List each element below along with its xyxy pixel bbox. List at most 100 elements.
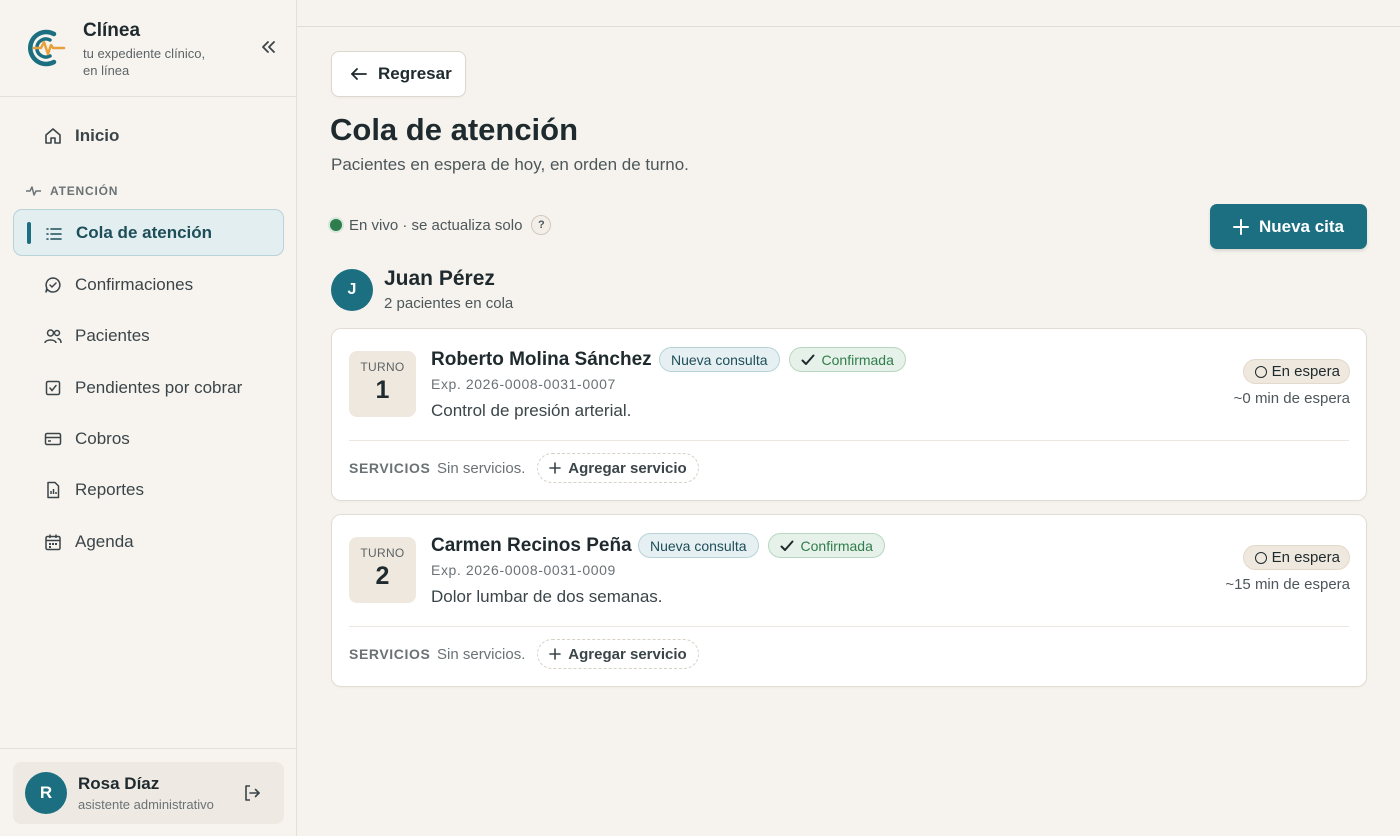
turn-number: 2 [375,562,390,590]
turn-label: TURNO [360,546,405,560]
turn-number: 1 [375,376,390,404]
sidebar-item-label: Reportes [75,479,144,499]
consult-type-badge: Nueva consulta [638,533,759,558]
credit-card-icon [44,432,62,446]
chat-check-icon [45,277,61,293]
page-title: Cola de atención [330,112,579,147]
back-button-label: Regresar [378,64,452,83]
record-number: Exp. 2026-0008-0031-0007 [431,376,616,392]
logout-icon[interactable] [241,782,263,804]
new-appointment-label: Nueva cita [1258,216,1345,236]
sidebar-item-label: Pacientes [75,325,150,345]
user-name: Rosa Díaz [78,774,160,793]
add-service-label: Agregar servicio [568,645,687,663]
calendar-icon [45,534,61,551]
user-section: R Rosa Díaz asistente administrativo [0,748,296,836]
brand-name: Clínea [83,20,141,41]
sidebar-item-label: Agenda [75,531,134,551]
clinea-logo-icon [28,29,66,67]
doctor-avatar: J [331,269,373,311]
sidebar-item-cola-de-atencion[interactable]: Cola de atención [13,209,284,256]
collapse-sidebar-button[interactable] [256,36,280,58]
add-service-button[interactable]: Agregar servicio [537,453,699,483]
live-indicator: En vivo · se actualiza solo ? [330,215,552,235]
queue-card: TURNO 2 Carmen Recinos Peña Nueva consul… [331,514,1367,687]
plus-icon [549,462,562,474]
brand-header: Clínea tu expediente clínico, en línea [0,0,296,97]
badges: Nueva consulta Confirmada [659,347,906,372]
user-role: asistente administrativo [78,797,214,812]
sidebar-item-cobros[interactable]: Cobros [13,415,284,462]
plus-icon [1232,218,1249,235]
plus-icon [549,648,562,660]
check-icon [801,354,815,365]
add-service-button[interactable]: Agregar servicio [537,639,699,669]
visit-reason: Control de presión arterial. [431,401,632,420]
check-icon [780,540,794,551]
status-label: En espera [1271,549,1340,566]
sidebar-item-inicio[interactable]: Inicio [13,112,284,159]
list-icon [46,228,62,240]
status-ring-icon [1254,551,1267,564]
add-service-label: Agregar servicio [568,459,687,477]
back-button[interactable]: Regresar [331,51,466,97]
home-icon [45,128,61,144]
services-label: SERVICIOS [349,460,431,476]
divider [349,626,1349,627]
active-indicator [27,222,31,244]
page-subtitle: Pacientes en espera de hoy, en orden de … [331,155,689,174]
section-label: ATENCIÓN [50,184,119,198]
sidebar-item-label: Pendientes por cobrar [75,377,243,397]
badges: Nueva consulta Confirmada [638,533,885,558]
confirmed-badge: Confirmada [767,533,885,558]
confirmed-label: Confirmada [800,537,873,554]
turn-label: TURNO [360,360,405,374]
arrow-left-icon [351,68,367,80]
status-badge: En espera [1242,359,1350,384]
sidebar-item-label: Cola de atención [76,222,213,242]
checkbox-icon [45,380,61,396]
sidebar-item-label: Cobros [75,428,130,448]
live-dot-icon [330,219,342,231]
sidebar-item-agenda[interactable]: Agenda [13,518,284,565]
chevrons-left-icon [262,41,275,53]
turn-box: TURNO 2 [349,537,416,603]
confirmed-label: Confirmada [821,351,894,368]
queue-card: TURNO 1 Roberto Molina Sánchez Nueva con… [331,328,1367,501]
divider [349,440,1349,441]
brand-tagline: tu expediente clínico, en línea [83,46,206,78]
confirmed-badge: Confirmada [788,347,906,372]
services-empty: Sin servicios. [437,460,526,477]
patient-name[interactable]: Carmen Recinos Peña [431,535,632,557]
turn-box: TURNO 1 [349,351,416,417]
user-avatar: R [25,772,67,814]
status-ring-icon [1254,365,1267,378]
sidebar: Clínea tu expediente clínico, en línea I… [0,0,297,836]
help-button[interactable]: ? [531,215,552,235]
pulse-icon [26,186,41,196]
doctor-name: Juan Pérez [384,267,495,290]
visit-reason: Dolor lumbar de dos semanas. [431,587,663,606]
sidebar-item-label: Inicio [75,125,120,145]
wait-time: ~15 min de espera [1225,576,1350,593]
record-number: Exp. 2026-0008-0031-0009 [431,562,616,578]
new-appointment-button[interactable]: Nueva cita [1210,204,1367,249]
sidebar-item-pacientes[interactable]: Pacientes [13,312,284,359]
user-card: R Rosa Díaz asistente administrativo [13,762,284,824]
services-empty: Sin servicios. [437,646,526,663]
sidebar-item-pendientes-por-cobrar[interactable]: Pendientes por cobrar [13,364,284,411]
patient-name[interactable]: Roberto Molina Sánchez [431,349,652,371]
sidebar-item-reportes[interactable]: Reportes [13,466,284,513]
sidebar-item-label: Confirmaciones [75,274,194,294]
top-bar [297,0,1400,27]
wait-time: ~0 min de espera [1233,390,1350,407]
doctor-queue-count: 2 pacientes en cola [384,295,514,312]
status-label: En espera [1271,363,1340,380]
services-label: SERVICIOS [349,646,431,662]
live-text: En vivo · se actualiza solo [349,216,523,234]
sidebar-item-confirmaciones[interactable]: Confirmaciones [13,261,284,308]
users-icon [44,329,62,344]
consult-type-badge: Nueva consulta [659,347,780,372]
section-atencion: ATENCIÓN [26,184,118,198]
status-badge: En espera [1242,545,1350,570]
